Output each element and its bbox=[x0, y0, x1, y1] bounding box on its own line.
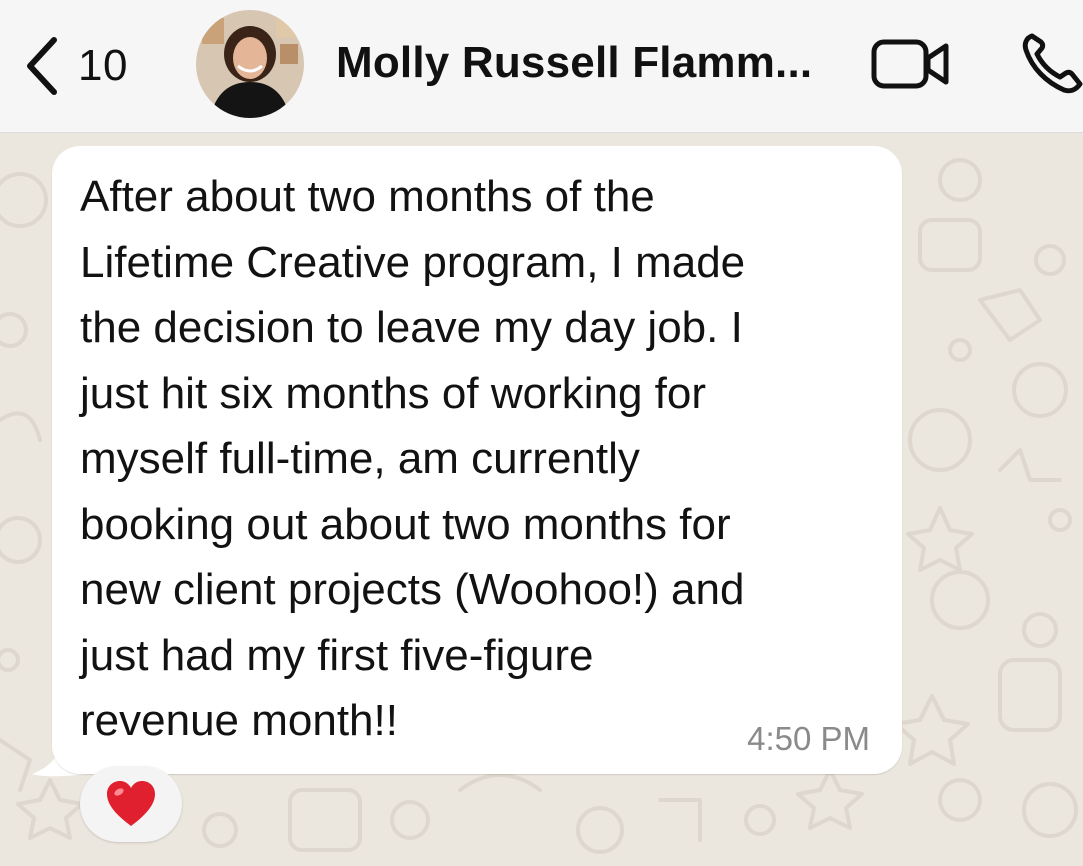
contact-name[interactable]: Molly Russell Flamm... bbox=[336, 38, 856, 88]
red-heart-icon bbox=[107, 781, 155, 826]
message-text: After about two months of the Lifetime C… bbox=[80, 172, 746, 745]
voice-call-button[interactable] bbox=[1022, 30, 1083, 99]
avatar[interactable] bbox=[196, 10, 304, 118]
unread-count: 10 bbox=[78, 41, 128, 90]
chat-header: 10 Molly Russell Flamm... bbox=[0, 0, 1083, 133]
incoming-message-bubble[interactable]: After about two months of the Lifetime C… bbox=[52, 146, 902, 774]
chevron-left-icon bbox=[27, 37, 57, 95]
back-button[interactable]: 10 bbox=[24, 36, 128, 96]
reaction-badge[interactable] bbox=[80, 766, 182, 842]
phone-icon bbox=[1022, 33, 1083, 94]
video-call-button[interactable] bbox=[870, 34, 952, 99]
video-camera-icon bbox=[871, 39, 949, 89]
message-timestamp: 4:50 PM bbox=[747, 720, 870, 757]
